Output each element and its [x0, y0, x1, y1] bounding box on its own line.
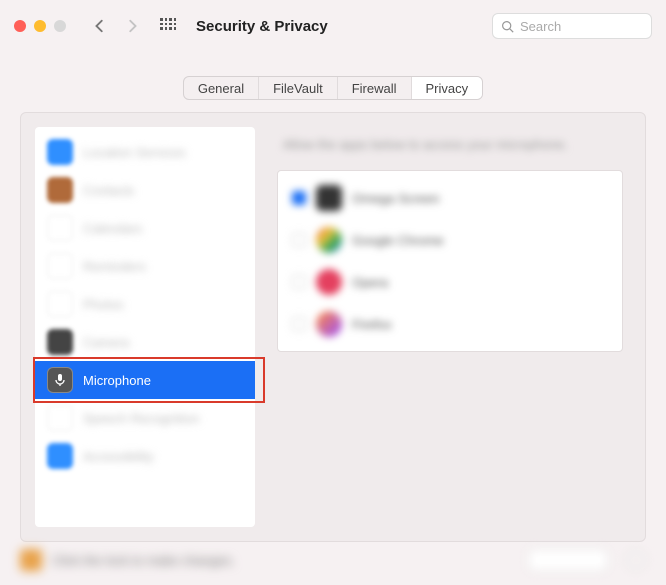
content-heading: Allow the apps below to access your micr… — [283, 137, 623, 152]
lock-hint-text: Click the lock to make changes. — [52, 553, 235, 568]
sidebar-item-photos[interactable]: Photos — [35, 285, 255, 323]
tab-privacy[interactable]: Privacy — [412, 77, 483, 99]
accessibility-icon — [47, 443, 73, 469]
app-row[interactable]: Omega Screen — [278, 177, 622, 219]
app-checkbox[interactable] — [292, 317, 306, 331]
camera-icon — [47, 329, 73, 355]
app-checkbox[interactable] — [292, 275, 306, 289]
tab-bar: General FileVault Firewall Privacy — [0, 52, 666, 112]
show-all-button[interactable] — [156, 14, 180, 38]
titlebar: Security & Privacy Search — [0, 0, 666, 52]
lock-icon[interactable] — [20, 549, 42, 571]
sidebar-item-label: Calendars — [83, 221, 142, 236]
forward-button[interactable] — [120, 14, 144, 38]
app-icon — [316, 311, 342, 337]
back-button[interactable] — [88, 14, 112, 38]
location-icon — [47, 139, 73, 165]
privacy-content: Allow the apps below to access your micr… — [269, 127, 631, 527]
window-title: Security & Privacy — [196, 18, 328, 35]
search-placeholder: Search — [520, 19, 561, 34]
app-icon — [316, 269, 342, 295]
sidebar-item-speech[interactable]: Speech Recognition — [35, 399, 255, 437]
grid-icon — [160, 18, 176, 34]
app-icon — [316, 185, 342, 211]
app-row[interactable]: Google Chrome — [278, 219, 622, 261]
app-name: Opera — [352, 275, 388, 290]
sidebar-item-label: Location Services — [83, 145, 186, 160]
traffic-lights — [14, 20, 66, 32]
chevron-right-icon — [125, 19, 139, 33]
sidebar-item-label: Speech Recognition — [83, 411, 199, 426]
zoom-window-button[interactable] — [54, 20, 66, 32]
sidebar-item-label: Camera — [83, 335, 129, 350]
footer: Click the lock to make changes. — [20, 549, 646, 571]
sidebar-item-microphone[interactable]: Microphone — [35, 361, 255, 399]
app-checkbox[interactable] — [292, 191, 306, 205]
search-input[interactable]: Search — [492, 13, 652, 39]
close-window-button[interactable] — [14, 20, 26, 32]
microphone-icon — [47, 367, 73, 393]
advanced-button[interactable] — [528, 549, 608, 571]
sidebar-item-reminders[interactable]: Reminders — [35, 247, 255, 285]
photos-icon — [47, 291, 73, 317]
sidebar-item-label: Photos — [83, 297, 123, 312]
app-checkbox[interactable] — [292, 233, 306, 247]
tab-general[interactable]: General — [184, 77, 259, 99]
search-icon — [501, 20, 514, 33]
sidebar-item-calendars[interactable]: Calendars — [35, 209, 255, 247]
privacy-sidebar: Location Services Contacts Calendars Rem… — [35, 127, 255, 527]
app-name: Firefox — [352, 317, 392, 332]
app-row[interactable]: Firefox — [278, 303, 622, 345]
sidebar-item-camera[interactable]: Camera — [35, 323, 255, 361]
sidebar-item-contacts[interactable]: Contacts — [35, 171, 255, 209]
app-name: Omega Screen — [352, 191, 439, 206]
sidebar-item-location[interactable]: Location Services — [35, 133, 255, 171]
app-icon — [316, 227, 342, 253]
sidebar-item-label: Reminders — [83, 259, 146, 274]
tab-firewall[interactable]: Firewall — [338, 77, 412, 99]
chevron-left-icon — [93, 19, 107, 33]
minimize-window-button[interactable] — [34, 20, 46, 32]
help-button[interactable] — [626, 550, 646, 570]
reminders-icon — [47, 253, 73, 279]
sidebar-item-label: Microphone — [83, 373, 151, 388]
contacts-icon — [47, 177, 73, 203]
app-row[interactable]: Opera — [278, 261, 622, 303]
sidebar-item-label: Accessibility — [83, 449, 154, 464]
sidebar-item-label: Contacts — [83, 183, 134, 198]
sidebar-item-accessibility[interactable]: Accessibility — [35, 437, 255, 475]
app-name: Google Chrome — [352, 233, 444, 248]
app-permission-list: Omega Screen Google Chrome Opera Firefox — [277, 170, 623, 352]
speech-icon — [47, 405, 73, 431]
tab-filevault[interactable]: FileVault — [259, 77, 338, 99]
preferences-panel: Location Services Contacts Calendars Rem… — [20, 112, 646, 542]
calendar-icon — [47, 215, 73, 241]
